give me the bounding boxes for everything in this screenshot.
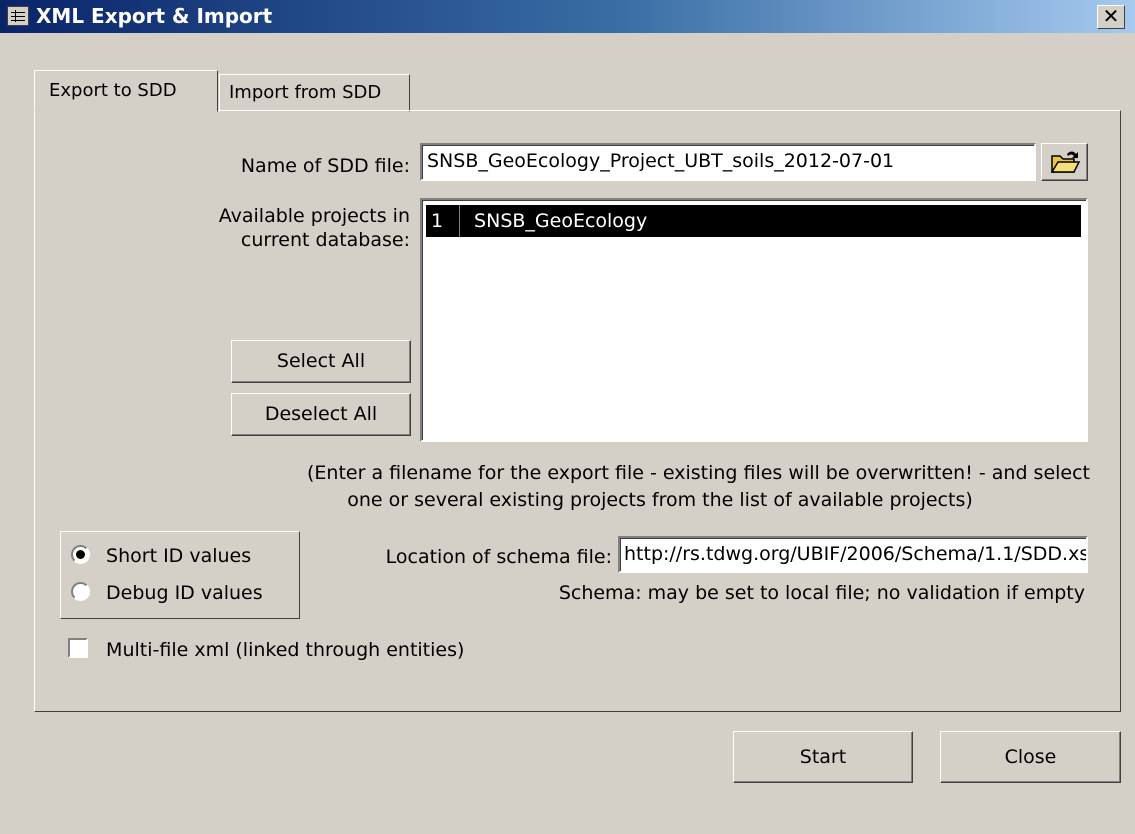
- export-hint: (Enter a filename for the export file - …: [150, 460, 1090, 514]
- radio-short-id-control[interactable]: [71, 545, 90, 564]
- multifile-checkbox[interactable]: [68, 638, 88, 658]
- multifile-checkbox-row[interactable]: Multi-file xml (linked through entities): [68, 638, 464, 661]
- title-bar: XML Export & Import ✕: [0, 0, 1135, 33]
- schema-input[interactable]: http://rs.tdwg.org/UBIF/2006/Schema/1.1/…: [618, 536, 1088, 573]
- project-id: 1: [426, 205, 460, 237]
- browse-button[interactable]: [1041, 143, 1088, 181]
- multifile-label: Multi-file xml (linked through entities): [106, 639, 465, 661]
- sdd-file-value: SNSB_GeoEcology_Project_UBT_soils_2012-0…: [427, 150, 895, 172]
- projects-label-line1: Available projects in: [218, 205, 410, 227]
- start-button[interactable]: Start: [733, 731, 913, 783]
- open-folder-icon: [1050, 151, 1080, 173]
- projects-list[interactable]: 1 SNSB_GeoEcology: [420, 198, 1088, 442]
- schema-label: Location of schema file:: [385, 546, 612, 568]
- hint-line2: one or several existing projects from th…: [347, 489, 973, 511]
- form-icon: [7, 6, 29, 26]
- list-item[interactable]: 1 SNSB_GeoEcology: [426, 205, 1081, 237]
- radio-short-id[interactable]: Short ID values: [71, 545, 251, 567]
- deselect-all-button[interactable]: Deselect All: [231, 393, 411, 436]
- id-options-group: Short ID values Debug ID values: [60, 531, 300, 619]
- tab-export-to-sdd[interactable]: Export to SDD: [34, 70, 218, 112]
- project-name: SNSB_GeoEcology: [474, 210, 648, 232]
- sdd-file-label: Name of SDD file:: [240, 155, 410, 177]
- window-title: XML Export & Import: [36, 4, 273, 28]
- sdd-file-input[interactable]: SNSB_GeoEcology_Project_UBT_soils_2012-0…: [420, 143, 1036, 181]
- close-button[interactable]: Close: [940, 731, 1121, 783]
- schema-note: Schema: may be set to local file; no val…: [558, 582, 1085, 604]
- close-icon[interactable]: ✕: [1097, 5, 1125, 29]
- radio-short-id-label: Short ID values: [106, 545, 252, 567]
- hint-line1: (Enter a filename for the export file - …: [307, 462, 1090, 484]
- schema-value: http://rs.tdwg.org/UBIF/2006/Schema/1.1/…: [624, 543, 1088, 565]
- projects-label: Available projects in current database:: [120, 204, 410, 252]
- projects-label-line2: current database:: [240, 229, 410, 251]
- radio-debug-id-control[interactable]: [71, 582, 90, 601]
- radio-debug-id-label: Debug ID values: [106, 582, 263, 604]
- radio-debug-id[interactable]: Debug ID values: [71, 582, 263, 604]
- tab-import-from-sdd[interactable]: Import from SDD: [219, 74, 410, 112]
- select-all-button[interactable]: Select All: [231, 340, 411, 383]
